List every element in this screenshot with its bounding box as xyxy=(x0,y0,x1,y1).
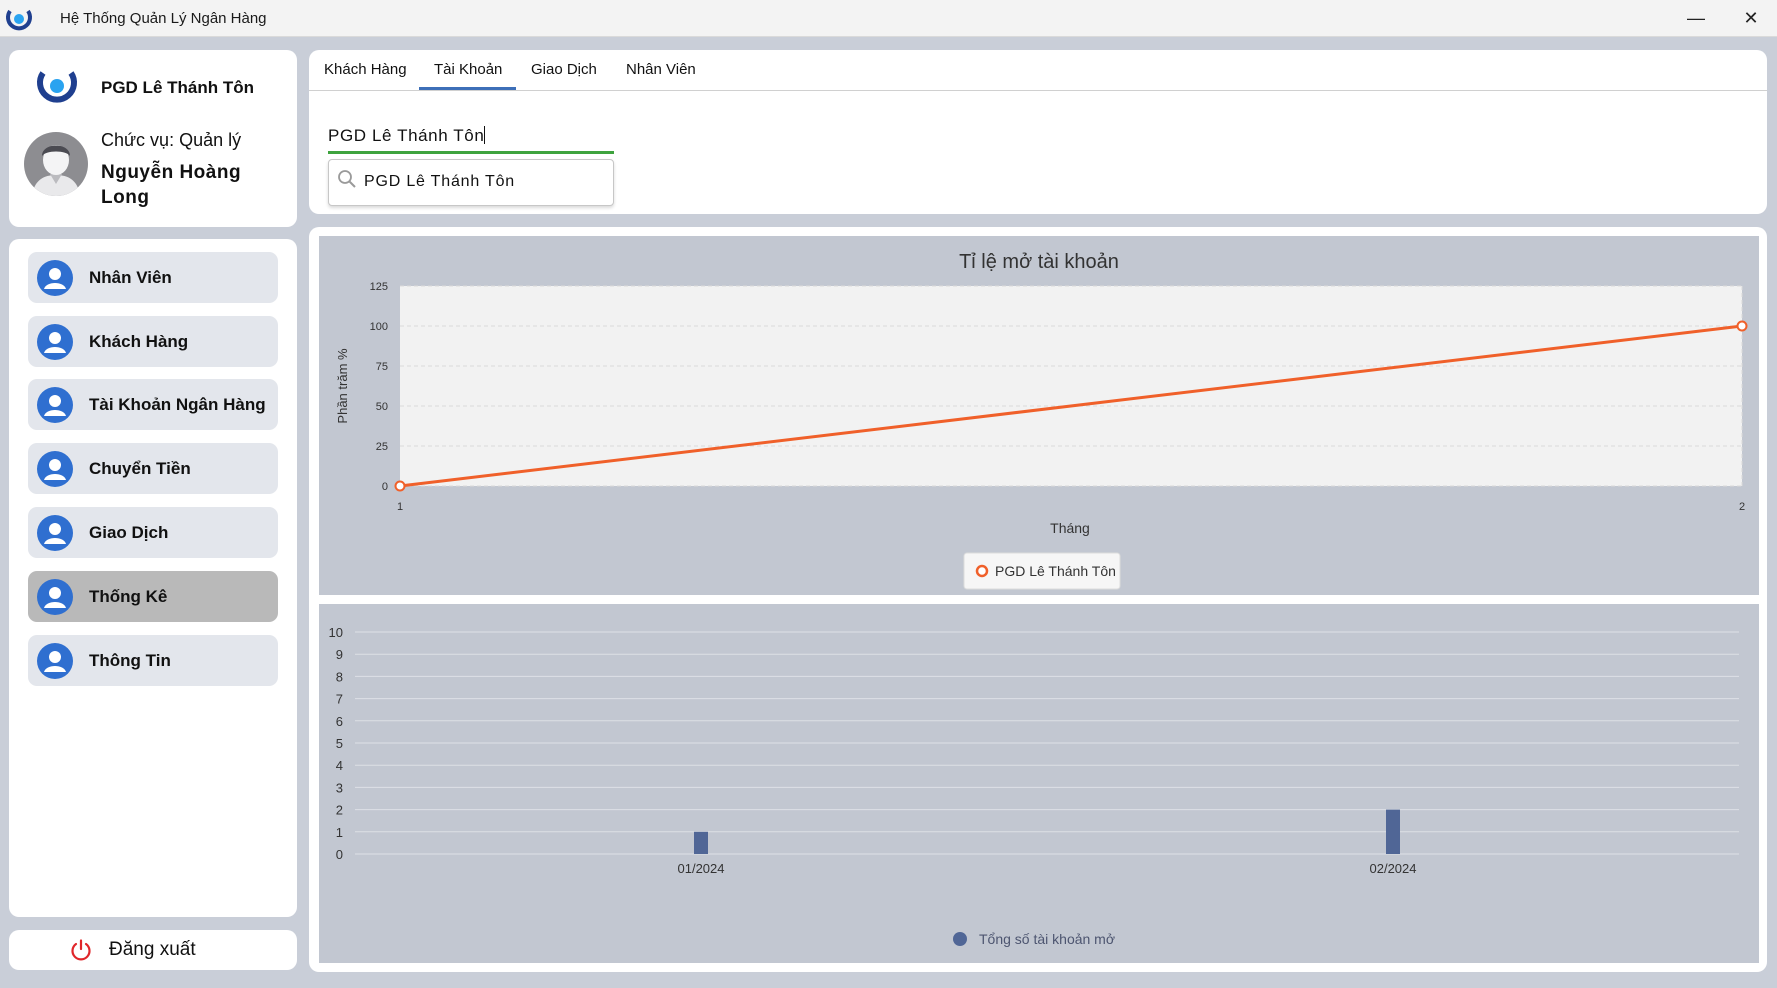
avatar xyxy=(24,132,88,196)
plot-area xyxy=(400,286,1742,486)
close-button[interactable]: ✕ xyxy=(1728,0,1774,37)
y-tick-label: 3 xyxy=(336,780,343,795)
sidebar-item-nhan-vien[interactable]: Nhân Viên xyxy=(28,252,278,303)
sidebar-item-thong-ke[interactable]: Thống Kê xyxy=(28,571,278,622)
x-tick-label: 02/2024 xyxy=(1370,861,1417,876)
data-point xyxy=(394,480,406,492)
y-tick-label: 0 xyxy=(382,481,388,493)
bar xyxy=(1386,809,1400,854)
sidebar-item-thong-tin[interactable]: Thông Tin xyxy=(28,635,278,686)
branch-search-dropdown[interactable]: PGD Lê Thánh Tôn xyxy=(328,159,614,206)
sidebar-item-label: Chuyển Tiền xyxy=(89,458,191,478)
branch-combobox-value: PGD Lê Thánh Tôn xyxy=(328,126,485,145)
chart-title: Tỉ lệ mở tài khoản xyxy=(959,251,1119,273)
bar-chart-svg: 0 1 2 3 4 5 6 7 8 9 10 01/2024 02/2024 Tổng số tài … xyxy=(329,625,1739,947)
user-icon xyxy=(37,642,73,679)
filter-panel: Khách Hàng Tài Khoản Giao Dịch Nhân Viên… xyxy=(309,50,1767,214)
y-tick-label: 5 xyxy=(336,736,343,751)
tab-bar: Khách Hàng Tài Khoản Giao Dịch Nhân Viên xyxy=(309,50,1767,91)
y-tick-label: 4 xyxy=(336,758,343,773)
x-tick-label: 1 xyxy=(397,501,403,513)
user-icon xyxy=(37,450,73,487)
tab-giao-dich[interactable]: Giao Dịch xyxy=(531,61,597,78)
line-chart-svg: Tỉ lệ mở tài khoản 0 25 50 75 100 125 1 2 Phần… xyxy=(335,251,1748,590)
user-avatar-icon xyxy=(24,132,88,196)
sidebar-item-giao-dich[interactable]: Giao Dịch xyxy=(28,507,278,558)
y-tick-label: 2 xyxy=(336,803,343,818)
y-tick-label: 10 xyxy=(329,625,343,640)
user-icon xyxy=(37,386,73,423)
legend-label: Tổng số tài khoản mở xyxy=(979,931,1115,947)
logout-button[interactable]: Đăng xuất xyxy=(9,930,297,970)
search-option[interactable]: PGD Lê Thánh Tôn xyxy=(364,173,515,191)
user-icon xyxy=(37,323,73,360)
chart-legend[interactable]: Tổng số tài khoản mở xyxy=(953,931,1115,947)
bar-chart: 0 1 2 3 4 5 6 7 8 9 10 01/2024 02/2024 Tổng số tài … xyxy=(319,604,1759,963)
sidebar-item-label: Thống Kê xyxy=(89,586,168,606)
sidebar-item-label: Khách Hàng xyxy=(89,331,189,351)
line-chart: Tỉ lệ mở tài khoản 0 25 50 75 100 125 1 2 Phần… xyxy=(319,236,1759,595)
tab-khach-hang[interactable]: Khách Hàng xyxy=(324,61,407,78)
text-caret xyxy=(484,126,486,144)
search-icon xyxy=(338,170,356,188)
sidebar-item-tai-khoan-ngan-hang[interactable]: Tài Khoản Ngân Hàng xyxy=(28,379,278,430)
sidebar-item-label: Giao Dịch xyxy=(89,522,169,542)
legend-marker xyxy=(953,932,967,946)
y-tick-label: 125 xyxy=(370,281,388,293)
tab-nhan-vien[interactable]: Nhân Viên xyxy=(626,61,696,78)
y-tick-label: 6 xyxy=(336,714,343,729)
power-icon xyxy=(71,939,91,961)
legend-label: PGD Lê Thánh Tôn xyxy=(995,563,1116,579)
branch-combobox[interactable]: PGD Lê Thánh Tôn xyxy=(328,122,614,154)
sidebar-nav: Nhân Viên Khách Hàng Tài Khoản Ngân Hàng… xyxy=(9,239,297,917)
profile-card: PGD Lê Thánh Tôn Chức vụ: Quản lý Nguyễn… xyxy=(9,50,297,227)
y-tick-label: 7 xyxy=(336,692,343,707)
y-tick-label: 25 xyxy=(376,441,388,453)
sidebar-item-label: Nhân Viên xyxy=(89,267,172,287)
data-point xyxy=(1736,320,1748,332)
sidebar-item-label: Tài Khoản Ngân Hàng xyxy=(89,394,266,414)
user-name: Nguyễn Hoàng Long xyxy=(101,162,242,208)
user-icon xyxy=(37,514,73,551)
y-axis-label: Phần trăm % xyxy=(335,348,350,424)
chart-legend[interactable]: PGD Lê Thánh Tôn xyxy=(963,552,1121,590)
role-label: Chức vụ: Quản lý xyxy=(101,130,242,150)
y-tick-label: 1 xyxy=(336,825,343,840)
legend-marker xyxy=(975,564,989,578)
sidebar-item-label: Thông Tin xyxy=(89,650,171,670)
y-tick-label: 0 xyxy=(336,847,343,862)
tab-tai-khoan[interactable]: Tài Khoản xyxy=(434,61,502,78)
minimize-button[interactable]: — xyxy=(1673,0,1719,37)
y-tick-label: 9 xyxy=(336,647,343,662)
y-tick-label: 8 xyxy=(336,669,343,684)
title-bar: Hệ Thống Quản Lý Ngân Hàng — ✕ xyxy=(0,0,1777,37)
app-logo-icon xyxy=(6,9,32,31)
logout-label: Đăng xuất xyxy=(109,939,196,960)
user-icon xyxy=(37,578,73,615)
charts-panel: Tỉ lệ mở tài khoản 0 25 50 75 100 125 12 Phần… xyxy=(309,227,1767,972)
branch-logo-icon xyxy=(37,71,77,103)
x-tick-label: 01/2024 xyxy=(678,861,725,876)
user-icon xyxy=(37,259,73,296)
window-title: Hệ Thống Quản Lý Ngân Hàng xyxy=(60,10,267,27)
branch-name: PGD Lê Thánh Tôn xyxy=(101,78,254,97)
y-tick-label: 50 xyxy=(376,401,388,413)
x-axis-label: Tháng xyxy=(1050,520,1090,536)
y-tick-label: 75 xyxy=(376,361,388,373)
sidebar-item-khach-hang[interactable]: Khách Hàng xyxy=(28,316,278,367)
active-tab-indicator xyxy=(419,87,516,90)
sidebar-item-chuyen-tien[interactable]: Chuyển Tiền xyxy=(28,443,278,494)
bar xyxy=(694,831,708,854)
y-tick-label: 100 xyxy=(370,321,388,333)
x-tick-label: 2 xyxy=(1739,501,1745,513)
